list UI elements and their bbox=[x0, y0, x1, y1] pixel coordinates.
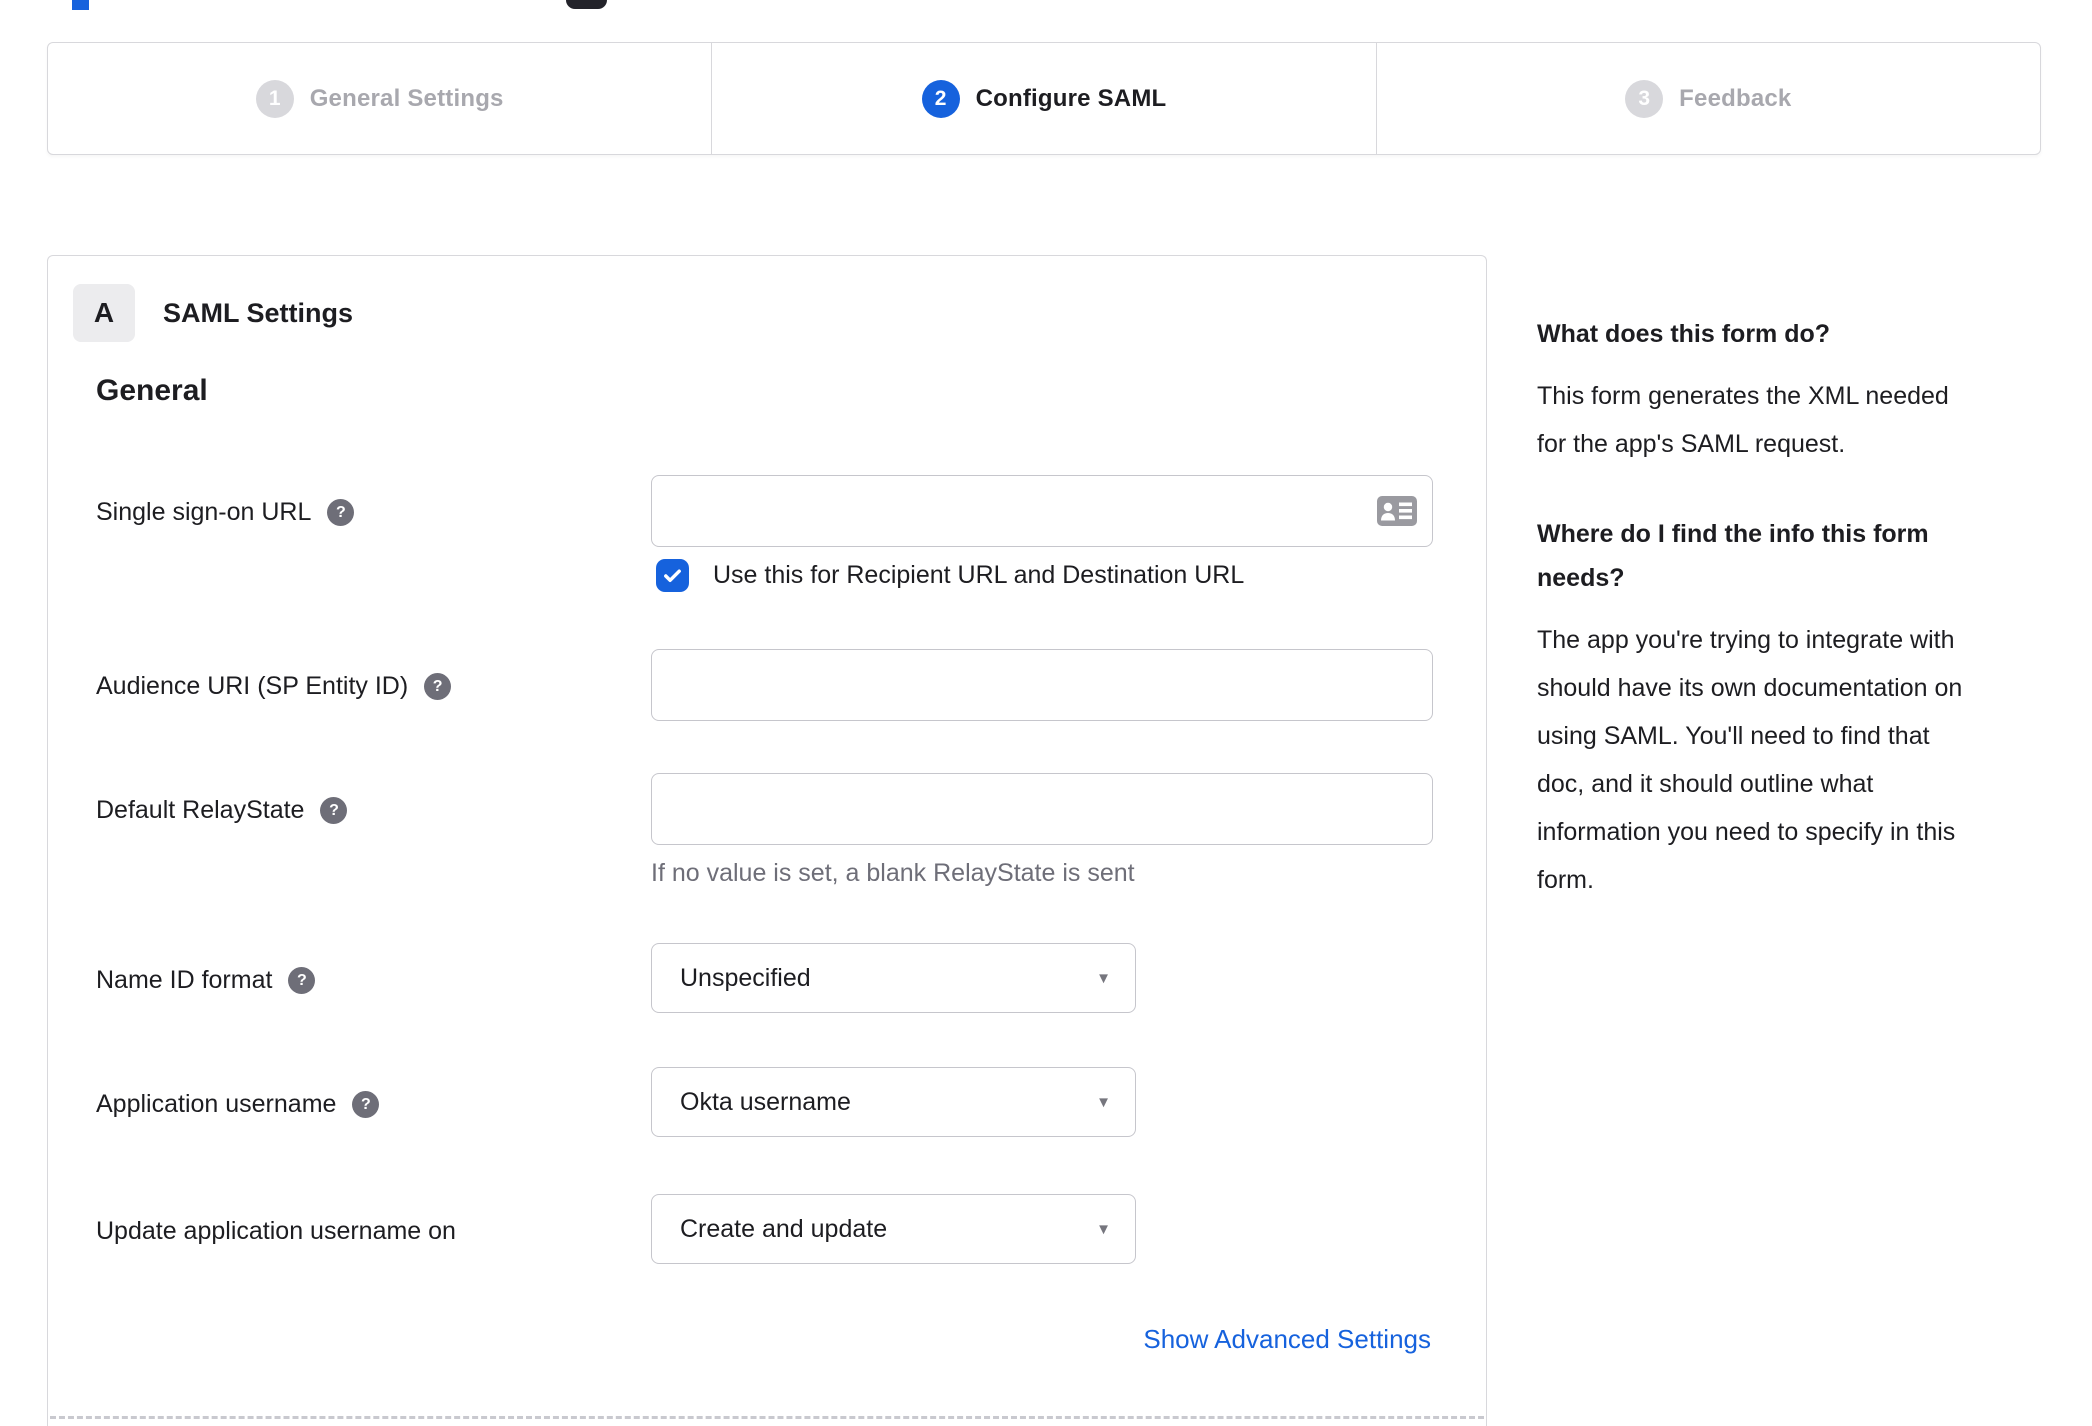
application-username-select[interactable]: Okta username ▼ bbox=[651, 1067, 1136, 1137]
audience-uri-input[interactable] bbox=[651, 649, 1433, 721]
show-advanced-settings-link[interactable]: Show Advanced Settings bbox=[1143, 1324, 1431, 1355]
sso-url-label: Single sign-on URL bbox=[96, 498, 312, 526]
help-answer-1: This form generates the XML needed for t… bbox=[1537, 382, 1949, 458]
chevron-down-icon: ▼ bbox=[1096, 1220, 1111, 1238]
panel-header: A SAML Settings bbox=[73, 284, 353, 342]
wizard-steps-bar: 1 General Settings 2 Configure SAML 3 Fe… bbox=[47, 42, 2041, 155]
step-2-badge: 2 bbox=[921, 79, 960, 118]
audience-uri-help-icon[interactable]: ? bbox=[424, 673, 452, 700]
help-question-1: What does this form do? bbox=[1537, 320, 1831, 348]
application-username-help-icon[interactable]: ? bbox=[352, 1091, 380, 1118]
relay-state-input[interactable] bbox=[651, 773, 1433, 845]
name-id-format-label: Name ID format bbox=[96, 966, 273, 994]
application-username-label-group: Application username ? bbox=[96, 1067, 651, 1119]
audience-uri-label-group: Audience URI (SP Entity ID) ? bbox=[96, 649, 651, 701]
update-username-value: Create and update bbox=[680, 1214, 888, 1243]
clipped-dark-icon-fragment bbox=[566, 0, 607, 9]
application-username-row: Application username ? Okta username ▼ bbox=[96, 1067, 1136, 1137]
help-sidebar: What does this form do? This form genera… bbox=[1537, 312, 2052, 948]
name-id-format-label-group: Name ID format ? bbox=[96, 943, 651, 995]
step-1-label: General Settings bbox=[309, 84, 504, 112]
update-username-select[interactable]: Create and update ▼ bbox=[651, 1194, 1136, 1264]
update-username-row: Update application username on Create an… bbox=[96, 1194, 1136, 1264]
step-2-label: Configure SAML bbox=[975, 84, 1167, 112]
chevron-down-icon: ▼ bbox=[1096, 1093, 1111, 1111]
sso-url-row: Single sign-on URL ? bbox=[96, 475, 1433, 547]
relay-state-label: Default RelayState bbox=[96, 796, 305, 824]
recipient-url-checkbox-label: Use this for Recipient URL and Destinati… bbox=[713, 561, 1245, 589]
application-username-value: Okta username bbox=[680, 1087, 851, 1116]
step-1-badge: 1 bbox=[255, 79, 294, 118]
chevron-down-icon: ▼ bbox=[1096, 969, 1111, 987]
step-general-settings[interactable]: 1 General Settings bbox=[48, 43, 713, 154]
relay-state-label-group: Default RelayState ? bbox=[96, 773, 651, 825]
name-id-format-help-icon[interactable]: ? bbox=[288, 967, 316, 994]
audience-uri-row: Audience URI (SP Entity ID) ? bbox=[96, 649, 1433, 721]
step-feedback[interactable]: 3 Feedback bbox=[1377, 43, 2040, 154]
saml-settings-panel: A SAML Settings General Single sign-on U… bbox=[47, 255, 1487, 1426]
panel-title: SAML Settings bbox=[163, 297, 354, 328]
dashed-section-divider bbox=[50, 1416, 1484, 1419]
checkmark-icon bbox=[664, 569, 681, 583]
sso-url-label-group: Single sign-on URL ? bbox=[96, 475, 651, 527]
name-id-format-value: Unspecified bbox=[680, 963, 811, 992]
contact-card-icon[interactable] bbox=[1377, 496, 1417, 526]
name-id-format-row: Name ID format ? Unspecified ▼ bbox=[96, 943, 1136, 1013]
help-question-2: Where do I find the info this form needs… bbox=[1537, 520, 1929, 592]
general-section-heading: General bbox=[96, 374, 208, 407]
audience-uri-label: Audience URI (SP Entity ID) bbox=[96, 672, 409, 700]
update-username-label: Update application username on bbox=[96, 1217, 456, 1245]
relay-state-help-icon[interactable]: ? bbox=[320, 797, 348, 824]
application-username-label: Application username bbox=[96, 1090, 337, 1118]
sso-url-input[interactable] bbox=[651, 475, 1433, 547]
recipient-url-checkbox-row: Use this for Recipient URL and Destinati… bbox=[656, 559, 1244, 592]
step-configure-saml[interactable]: 2 Configure SAML bbox=[712, 43, 1377, 154]
step-3-badge: 3 bbox=[1625, 79, 1664, 118]
sso-url-help-icon[interactable]: ? bbox=[327, 499, 355, 526]
recipient-url-checkbox[interactable] bbox=[656, 559, 689, 592]
clipped-blue-logo-fragment bbox=[72, 0, 89, 10]
step-3-label: Feedback bbox=[1679, 84, 1792, 112]
name-id-format-select[interactable]: Unspecified ▼ bbox=[651, 943, 1136, 1013]
update-username-label-group: Update application username on bbox=[96, 1194, 651, 1246]
section-a-badge: A bbox=[73, 284, 135, 342]
relay-state-row: Default RelayState ? If no value is set,… bbox=[96, 773, 1433, 888]
relay-state-hint: If no value is set, a blank RelayState i… bbox=[651, 859, 1135, 887]
help-answer-2: The app you're trying to integrate with … bbox=[1537, 626, 1963, 894]
